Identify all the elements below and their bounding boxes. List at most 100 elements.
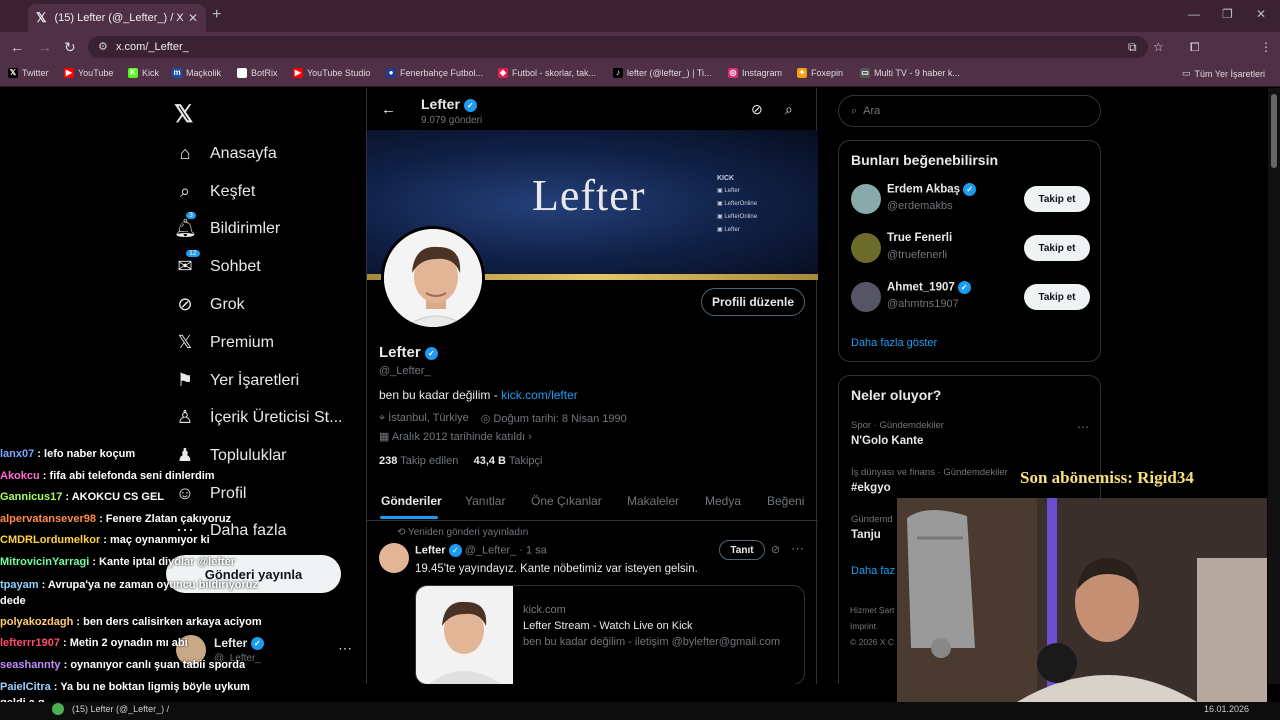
nav-item-bookmark[interactable]: ⚑ Yer İşaretleri: [174, 370, 299, 391]
bookmark-item[interactable]: ◎ Instagram: [728, 68, 782, 78]
promote-button[interactable]: Tanıt: [719, 540, 765, 560]
bookmark-item[interactable]: ▶ YouTube: [64, 68, 113, 78]
followers-label[interactable]: Takipçi: [509, 455, 543, 467]
url-field[interactable]: ⚙ x.com/_Lefter_: [88, 36, 1148, 58]
page-scrollbar[interactable]: [1268, 88, 1280, 684]
extensions-icon[interactable]: ⧠: [1190, 40, 1200, 55]
card-thumbnail: [416, 586, 513, 684]
forward-icon[interactable]: →: [38, 39, 52, 55]
nav-item-mail[interactable]: ✉ 12 Sohbet: [174, 250, 261, 277]
bookmark-item[interactable]: ✦ Foxepin: [797, 68, 843, 78]
link-card[interactable]: kick.com Lefter Stream - Watch Live on K…: [415, 585, 805, 684]
bookmark-item[interactable]: m Maçkolik: [172, 68, 221, 78]
all-bookmarks-folder[interactable]: ▭ Tüm Yer İşaretleri: [1182, 68, 1265, 79]
post-avatar[interactable]: [379, 543, 409, 573]
suggestion-avatar[interactable]: [851, 233, 881, 263]
follow-button[interactable]: Takip et: [1024, 186, 1090, 212]
suggestion-avatar[interactable]: [851, 282, 881, 312]
bookmark-item[interactable]: ♪ lefter (@lefter_) | Ti...: [613, 68, 712, 78]
star-bookmark-icon[interactable]: ☆: [1153, 40, 1164, 54]
restore-icon[interactable]: ❐: [1222, 7, 1233, 21]
edit-profile-button[interactable]: Profili düzenle: [701, 288, 805, 316]
taskbar-chrome-icon[interactable]: [52, 703, 64, 715]
banner-link-text: Lefter: [724, 188, 740, 194]
followers-count[interactable]: 43,4 B: [474, 455, 506, 467]
suggestion-name-row[interactable]: Ahmet_1907 ✓: [887, 281, 971, 294]
follow-button[interactable]: Takip et: [1024, 284, 1090, 310]
bookmark-item[interactable]: K Kick: [128, 68, 159, 78]
x-home-logo-icon[interactable]: 𝕏: [174, 100, 193, 129]
post-more-icon[interactable]: ⋯: [791, 541, 804, 557]
profile-tab-3[interactable]: Makaleler: [627, 494, 679, 508]
nav-item-bell[interactable]: 🔔︎ 3 Bildirimler: [174, 212, 280, 239]
profile-avatar[interactable]: [381, 226, 485, 330]
bookmark-item[interactable]: ● Fenerbahçe Futbol...: [386, 68, 483, 78]
trend-name[interactable]: Tanju: [851, 529, 881, 541]
follow-button[interactable]: Takip et: [1024, 235, 1090, 261]
trends-more-link[interactable]: Daha faz: [851, 565, 895, 577]
nav-label: Anasayfa: [210, 144, 277, 162]
profile-bio: ben bu kadar değilim - kick.com/lefter: [379, 388, 578, 402]
browser-menu-icon[interactable]: ⋮: [1260, 40, 1272, 54]
post-handle[interactable]: @_Lefter_: [465, 544, 517, 556]
close-window-icon[interactable]: ✕: [1256, 7, 1266, 21]
close-tab-icon[interactable]: ✕: [188, 11, 198, 25]
grok-icon[interactable]: ⊘: [751, 101, 763, 118]
trend-more-icon[interactable]: ⋯: [1077, 420, 1089, 434]
profile-tab-0[interactable]: Gönderiler: [381, 494, 442, 508]
bookmark-item[interactable]: ▶ YouTube Studio: [293, 68, 370, 78]
card-title: Lefter Stream - Watch Live on Kick: [523, 620, 693, 632]
back-icon[interactable]: ←: [10, 39, 24, 55]
chat-message: tpayam : Avrupa'ya ne zaman oyuncu bildi…: [0, 574, 280, 612]
suggestion-avatar[interactable]: [851, 184, 881, 214]
profile-tab-2[interactable]: Öne Çıkanlar: [531, 494, 602, 508]
taskbar-window-title[interactable]: (15) Lefter (@_Lefter_) /: [72, 704, 169, 714]
bookmark-item[interactable]: ▭ Multi TV - 9 haber k...: [860, 68, 960, 78]
following-label[interactable]: Takip edilen: [400, 455, 458, 467]
profile-joined: Aralık 2012 tarihinde katıldı: [391, 431, 526, 443]
post-time[interactable]: · 1 sa: [519, 544, 547, 556]
search-input[interactable]: ⌕ Ara: [838, 95, 1101, 127]
trend-name[interactable]: N'Golo Kante: [851, 435, 923, 447]
post-author[interactable]: Lefter: [415, 544, 446, 556]
minimize-icon[interactable]: —: [1188, 7, 1200, 21]
show-more-link[interactable]: Daha fazla göster: [851, 337, 937, 349]
nav-item-creator-studio[interactable]: ♙ İçerik Üreticisi St...: [174, 407, 343, 428]
footer-link[interactable]: Hizmet Şart: [850, 605, 894, 615]
trend-name[interactable]: #ekgyo: [851, 482, 891, 494]
tabs-divider: [367, 520, 818, 521]
bio-link[interactable]: kick.com/lefter: [501, 388, 578, 402]
nav-item-x[interactable]: 𝕏 Premium: [174, 332, 274, 353]
profile-tab-4[interactable]: Medya: [705, 494, 741, 508]
search-icon[interactable]: ⌕: [785, 101, 793, 118]
nav-item-home[interactable]: ⌂ Anasayfa: [174, 143, 277, 164]
bookmark-item[interactable]: ◆ Futbol - skorlar, tak...: [498, 68, 596, 78]
bookmark-label: Instagram: [742, 68, 783, 78]
suggestion-name-row[interactable]: Erdem Akbaş ✓: [887, 183, 977, 196]
folder-icon: ▭: [1182, 68, 1191, 78]
grok-post-icon[interactable]: ⊘: [771, 543, 780, 556]
x-logo-icon: 𝕏: [36, 10, 47, 25]
repost-icon: ⟲: [397, 527, 408, 538]
bookmark-item[interactable]: ◆ BotRix: [237, 68, 278, 78]
following-count[interactable]: 238: [379, 455, 397, 467]
site-info-icon[interactable]: ⚙: [98, 40, 108, 53]
back-arrow-icon[interactable]: ←: [381, 101, 396, 118]
footer-link[interactable]: Imprint: [850, 621, 876, 631]
install-app-icon[interactable]: ⧉: [1128, 40, 1137, 55]
footer-link[interactable]: © 2026 X C: [850, 637, 894, 647]
profile-tab-5[interactable]: Beğeni: [767, 494, 804, 508]
nav-item-search[interactable]: ⌕ Keşfet: [174, 181, 255, 202]
browser-tab-active[interactable]: 𝕏 (15) Lefter (@_Lefter_) / X ✕: [28, 4, 206, 32]
chat-username: PaielCitra: [0, 681, 51, 694]
bookmark-label: Twitter: [22, 68, 49, 78]
nav-item-grok[interactable]: ⊘ Grok: [174, 294, 244, 315]
scrollbar-thumb[interactable]: [1271, 94, 1277, 168]
profile-tab-1[interactable]: Yanıtlar: [465, 494, 505, 508]
location-icon: ⌖: [379, 412, 389, 424]
bookmark-item[interactable]: 𝕏 Twitter: [8, 68, 49, 78]
reload-icon[interactable]: ↻: [64, 39, 76, 56]
chevron-right-icon[interactable]: ›: [525, 431, 532, 443]
suggestion-name-row[interactable]: True Fenerli: [887, 232, 952, 244]
new-tab-icon[interactable]: +: [212, 6, 221, 24]
